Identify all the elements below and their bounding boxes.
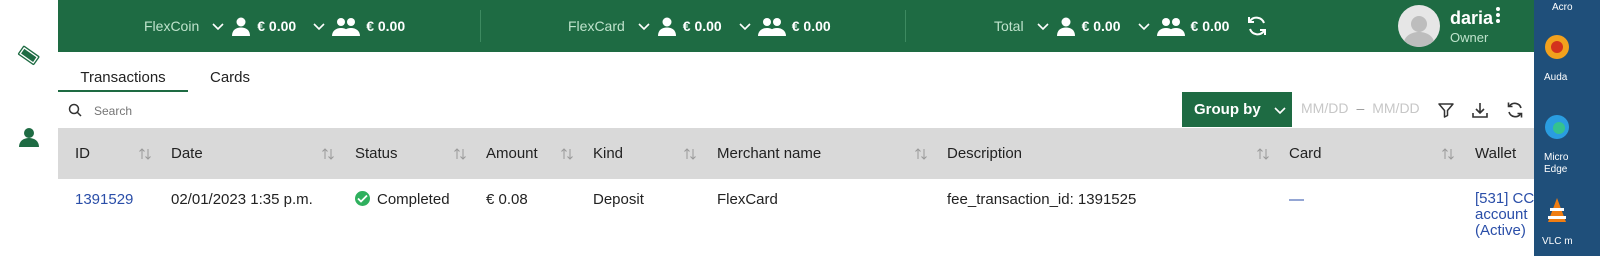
person-icon xyxy=(657,17,676,36)
sort-icon[interactable] xyxy=(138,147,152,161)
chevron-down-icon[interactable] xyxy=(211,19,225,33)
table-row[interactable]: 1391529 02/01/2023 1:35 p.m. Completed €… xyxy=(58,179,1566,256)
team-icon xyxy=(332,18,361,36)
download-icon[interactable] xyxy=(1470,100,1490,120)
sort-icon[interactable] xyxy=(560,147,574,161)
shortcut-label: Edge xyxy=(1544,164,1568,175)
avatar[interactable] xyxy=(1398,5,1440,47)
merchant-name: FlexCard xyxy=(717,191,778,208)
chevron-down-icon[interactable] xyxy=(312,19,326,33)
sort-icon[interactable] xyxy=(683,147,697,161)
status-label: Completed xyxy=(377,191,450,208)
user-menu[interactable]: daria Owner xyxy=(1398,0,1493,52)
search-input[interactable] xyxy=(92,98,496,124)
date-from-field[interactable]: MM/DD xyxy=(1301,100,1348,116)
personal-balance: € 0.00 xyxy=(257,18,297,34)
tab-bar: Transactions Cards xyxy=(58,52,1566,92)
shortcut-label: Micro xyxy=(1544,152,1569,163)
balance-label: FlexCard xyxy=(568,18,625,34)
tag-icon[interactable] xyxy=(14,40,44,70)
card-link[interactable]: — xyxy=(1289,191,1304,208)
date-range-picker[interactable]: MM/DD – MM/DD xyxy=(1301,100,1420,116)
user-name: daria xyxy=(1450,7,1494,28)
left-nav-rail xyxy=(0,0,58,256)
check-circle-icon xyxy=(355,191,370,206)
chevron-down-icon xyxy=(1274,106,1286,114)
tab-transactions[interactable]: Transactions xyxy=(58,52,188,92)
shortcut-label: VLC m xyxy=(1542,236,1573,247)
personal-balance: € 0.00 xyxy=(1081,18,1121,34)
team-icon xyxy=(757,18,786,36)
date-separator: – xyxy=(1356,100,1365,116)
group-by-label: Group by xyxy=(1194,101,1261,118)
team-icon xyxy=(1156,18,1185,36)
team-balance: € 0.00 xyxy=(791,18,831,34)
sort-icon[interactable] xyxy=(914,147,928,161)
column-header-wallet[interactable]: Wallet xyxy=(1475,128,1516,179)
transaction-description: fee_transaction_id: 1391525 xyxy=(947,191,1137,208)
refresh-icon[interactable] xyxy=(1245,14,1269,38)
column-header-amount[interactable]: Amount xyxy=(486,128,538,179)
column-header-date[interactable]: Date xyxy=(171,128,203,179)
sort-icon[interactable] xyxy=(321,147,335,161)
person-icon xyxy=(232,17,251,36)
balance-label: Total xyxy=(994,18,1024,34)
transaction-status: Completed xyxy=(355,191,450,208)
shortcut-label: Acro xyxy=(1552,2,1573,13)
team-balance: € 0.00 xyxy=(1190,18,1230,34)
edge-icon xyxy=(1545,115,1569,139)
desktop-edge: Acro Auda Micro Edge VLC m xyxy=(1534,0,1600,256)
group-by-button[interactable]: Group by xyxy=(1182,92,1292,127)
sort-icon[interactable] xyxy=(1441,147,1455,161)
column-header-status[interactable]: Status xyxy=(355,128,398,179)
column-header-merchant[interactable]: Merchant name xyxy=(717,128,821,179)
balance-label: FlexCoin xyxy=(144,18,200,34)
more-vert-icon[interactable] xyxy=(1494,6,1502,24)
column-header-card[interactable]: Card xyxy=(1289,128,1322,179)
sort-icon[interactable] xyxy=(453,147,467,161)
balance-group-flexcoin: FlexCoin € 0.00 € 0.00 xyxy=(144,0,415,52)
chevron-down-icon[interactable] xyxy=(1137,19,1151,33)
transaction-id-link[interactable]: 1391529 xyxy=(75,191,133,208)
table-toolbar: Group by MM/DD–MM/DD xyxy=(58,92,1566,129)
vlc-icon xyxy=(1548,198,1566,222)
chevron-down-icon[interactable] xyxy=(1036,19,1050,33)
person-icon xyxy=(1056,17,1075,36)
column-header-description[interactable]: Description xyxy=(947,128,1022,179)
table-header: ID Date Status Amount Kind Merchant name… xyxy=(58,128,1566,179)
chevron-down-icon[interactable] xyxy=(637,19,651,33)
balance-group-total: Total € 0.00 € 0.00 xyxy=(994,0,1269,52)
search-icon xyxy=(68,103,82,117)
divider xyxy=(480,10,481,42)
audacity-icon xyxy=(1545,35,1569,59)
transaction-amount: € 0.08 xyxy=(486,191,528,208)
transaction-date: 02/01/2023 1:35 p.m. xyxy=(171,191,313,208)
transaction-kind: Deposit xyxy=(593,191,644,208)
tab-cards[interactable]: Cards xyxy=(210,52,250,90)
balances-bar: FlexCoin € 0.00 € 0.00 FlexCard € 0.00 €… xyxy=(58,0,1566,52)
shortcut-label: Auda xyxy=(1544,72,1568,83)
refresh-icon[interactable] xyxy=(1505,100,1525,120)
team-balance: € 0.00 xyxy=(366,18,406,34)
sort-icon[interactable] xyxy=(1256,147,1270,161)
date-to-field[interactable]: MM/DD xyxy=(1372,100,1419,116)
balance-group-flexcard: FlexCard € 0.00 € 0.00 xyxy=(568,0,841,52)
divider xyxy=(905,10,906,42)
person-icon[interactable] xyxy=(14,122,44,152)
personal-balance: € 0.00 xyxy=(682,18,722,34)
column-header-id[interactable]: ID xyxy=(75,128,90,179)
column-header-kind[interactable]: Kind xyxy=(593,128,623,179)
filter-icon[interactable] xyxy=(1436,100,1456,120)
user-role: Owner xyxy=(1450,29,1489,45)
chevron-down-icon[interactable] xyxy=(738,19,752,33)
